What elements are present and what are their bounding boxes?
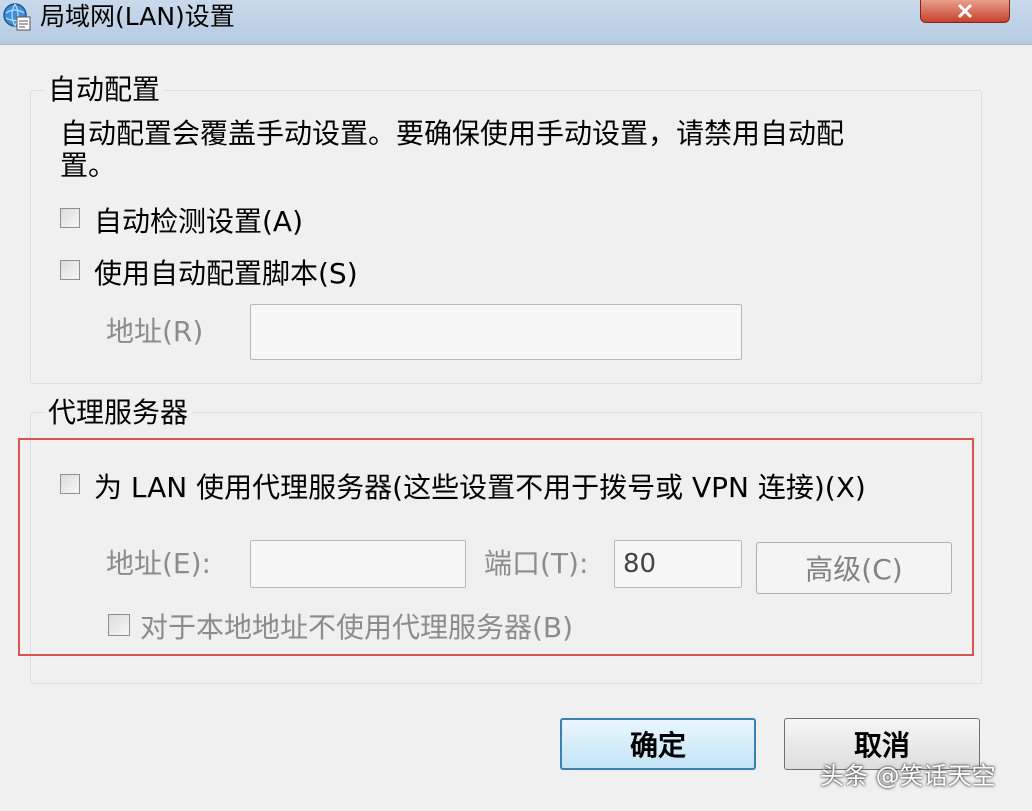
proxy-address-label: 地址(E): — [106, 547, 211, 580]
watermark: 头条 @笑话天空 — [820, 762, 996, 790]
network-settings-icon — [2, 2, 32, 32]
proxy-address-input[interactable] — [250, 540, 466, 588]
script-address-label: 地址(R) — [106, 315, 204, 348]
auto-config-description-line1: 自动配置会覆盖手动设置。要确保使用手动设置，请禁用自动配 — [60, 117, 845, 150]
use-script-label[interactable]: 使用自动配置脚本(S) — [94, 256, 358, 292]
use-proxy-label[interactable]: 为 LAN 使用代理服务器(这些设置不用于拨号或 VPN 连接)(X) — [94, 470, 866, 506]
auto-config-description-line2: 置。 — [60, 149, 117, 182]
window-title: 局域网(LAN)设置 — [40, 2, 235, 31]
proxy-port-input[interactable] — [614, 540, 742, 588]
ok-button[interactable]: 确定 — [560, 718, 756, 770]
proxy-port-label: 端口(T): — [484, 547, 589, 580]
advanced-button[interactable]: 高级(C) — [756, 542, 952, 594]
close-icon — [957, 3, 973, 19]
bypass-local-checkbox[interactable] — [108, 614, 130, 636]
close-button[interactable] — [920, 0, 1010, 23]
auto-config-group-title: 自动配置 — [44, 74, 165, 106]
use-script-checkbox[interactable] — [60, 260, 80, 280]
auto-detect-checkbox[interactable] — [60, 208, 80, 228]
auto-detect-label[interactable]: 自动检测设置(A) — [94, 204, 303, 240]
proxy-group-title: 代理服务器 — [44, 397, 193, 429]
title-bar[interactable]: 局域网(LAN)设置 — [0, 0, 1032, 44]
bypass-local-label[interactable]: 对于本地地址不使用代理服务器(B) — [140, 610, 573, 646]
script-address-input[interactable] — [250, 304, 742, 360]
use-proxy-checkbox[interactable] — [60, 474, 80, 494]
